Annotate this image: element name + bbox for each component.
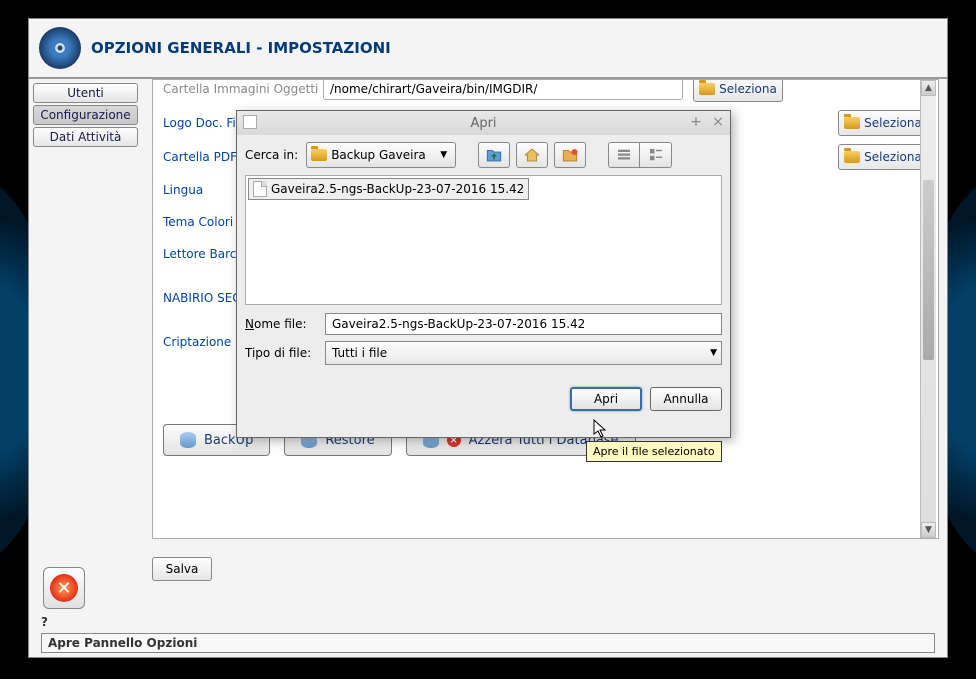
folder-combo[interactable]: Backup Gaveira ▼ [306,142,456,168]
cancel-button[interactable]: Annulla [650,387,722,411]
close-button[interactable]: ✕ [43,567,85,609]
chevron-down-icon: ▼ [710,348,717,358]
scroll-down-icon[interactable]: ▼ [921,522,936,538]
filename-label: Nome file: [245,317,325,331]
list-view-button[interactable] [608,142,640,168]
file-list[interactable]: Gaveira2.5-ngs-BackUp-23-07-2016 15.42 [245,175,722,305]
folder-icon [311,149,327,161]
home-button[interactable] [516,142,548,168]
close-icon: ✕ [50,574,78,602]
chevron-down-icon: ▼ [436,150,451,160]
list-view-icon [615,146,633,164]
dialog-app-icon [243,115,257,129]
folder-icon [699,83,715,95]
seleziona-button-0[interactable]: Seleziona [693,79,783,102]
database-icon [180,432,196,448]
sidebar-item-dati-attivita[interactable]: Dati Attività [33,127,138,147]
detail-view-icon [647,146,665,164]
page-title: OPZIONI GENERALI - IMPOSTAZIONI [91,39,391,57]
close-icon[interactable]: × [710,114,726,130]
scrollbar[interactable]: ▲ ▼ [920,80,936,538]
tooltip: Apre il file selezionato [586,441,722,462]
folder-icon [844,117,860,129]
sidebar-item-configurazione[interactable]: Configurazione [33,105,138,125]
scroll-up-icon[interactable]: ▲ [921,80,936,96]
file-item-name: Gaveira2.5-ngs-BackUp-23-07-2016 15.42 [271,182,524,196]
salva-button[interactable]: Salva [152,557,212,581]
new-folder-icon [561,146,579,164]
maximize-icon[interactable]: + [688,114,704,130]
filetype-select[interactable]: Tutti i file ▼ [325,341,722,365]
up-folder-icon [485,146,503,164]
folder-combo-value: Backup Gaveira [331,148,426,162]
filename-input[interactable] [325,313,722,335]
folder-icon [844,151,860,163]
filetype-label: Tipo di file: [245,346,325,360]
up-folder-button[interactable] [478,142,510,168]
label-cartella-immagini: Cartella Immagini Oggetti [163,82,323,96]
filetype-value: Tutti i file [332,346,387,360]
file-open-dialog: Apri + × Cerca in: Backup Gaveira ▼ [236,110,731,438]
dialog-title: Apri [470,116,496,131]
file-icon [253,181,267,197]
new-folder-button[interactable] [554,142,586,168]
status-bar: Apre Pannello Opzioni [41,633,935,653]
gear-icon [39,27,81,69]
dialog-titlebar[interactable]: Apri + × [237,111,730,135]
seleziona-button-1[interactable]: Seleziona [838,110,928,136]
scroll-thumb[interactable] [923,180,934,360]
file-item[interactable]: Gaveira2.5-ngs-BackUp-23-07-2016 15.42 [248,178,529,200]
home-icon [523,146,541,164]
detail-view-button[interactable] [640,142,672,168]
dialog-toolbar: Cerca in: Backup Gaveira ▼ [237,135,730,175]
sidebar-item-utenti[interactable]: Utenti [33,83,138,103]
help-button[interactable]: ? [41,615,48,629]
input-cartella-immagini[interactable] [323,79,683,100]
seleziona-button-2[interactable]: Seleziona [838,144,928,170]
app-header: OPZIONI GENERALI - IMPOSTAZIONI [29,19,947,79]
search-in-label: Cerca in: [245,148,298,162]
open-button[interactable]: Apri [570,387,642,411]
